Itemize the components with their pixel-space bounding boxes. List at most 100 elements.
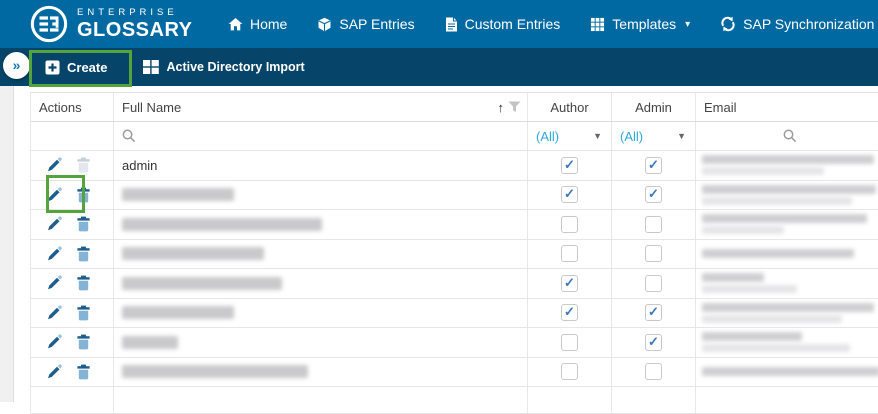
- author-checkbox[interactable]: [561, 186, 578, 203]
- edit-button[interactable]: [45, 363, 62, 380]
- full-name-cell: [114, 269, 528, 298]
- search-icon: [783, 129, 797, 143]
- author-checkbox[interactable]: [561, 334, 578, 351]
- delete-button[interactable]: [75, 334, 92, 351]
- document-icon: [445, 17, 458, 32]
- delete-button[interactable]: [75, 304, 92, 321]
- column-header-email[interactable]: Email: [696, 93, 878, 121]
- redacted-full-name: [122, 247, 264, 260]
- nav-item-custom-entries[interactable]: Custom Entries: [445, 16, 561, 32]
- app-logo[interactable]: ENTERPRISE GLOSSARY: [30, 5, 180, 43]
- users-table: Actions Full Name ↑ Author Admin Email (…: [30, 92, 878, 414]
- actions-cell: [31, 210, 114, 239]
- nav-label: Custom Entries: [465, 16, 561, 32]
- redacted-email-line: [702, 303, 874, 312]
- delete-button[interactable]: [75, 157, 92, 174]
- trash-icon: [76, 157, 91, 173]
- admin-filter-value: (All): [620, 129, 677, 144]
- author-cell: [528, 328, 612, 357]
- column-header-actions[interactable]: Actions: [31, 93, 114, 121]
- brand-text: ENTERPRISE GLOSSARY: [77, 8, 193, 40]
- delete-button[interactable]: [75, 363, 92, 380]
- create-label: Create: [67, 60, 107, 75]
- toolbar: Create Active Directory Import: [0, 48, 878, 86]
- redacted-email-line: [702, 155, 874, 164]
- redacted-full-name: [122, 365, 308, 378]
- email-filter-input[interactable]: [696, 122, 878, 150]
- delete-button[interactable]: [75, 245, 92, 262]
- nav-item-sap-entries[interactable]: SAP Entries: [317, 16, 414, 32]
- author-checkbox[interactable]: [561, 304, 578, 321]
- table-row: [31, 240, 878, 270]
- delete-button[interactable]: [75, 275, 92, 292]
- empty-cell: [696, 387, 878, 413]
- author-cell: [528, 358, 612, 387]
- admin-checkbox[interactable]: [645, 245, 662, 262]
- admin-checkbox[interactable]: [645, 304, 662, 321]
- author-checkbox[interactable]: [561, 363, 578, 380]
- chevron-down-icon: ▾: [685, 19, 690, 30]
- redacted-full-name: [122, 188, 234, 201]
- table-row: [31, 358, 878, 388]
- admin-checkbox[interactable]: [645, 334, 662, 351]
- author-filter-dropdown[interactable]: (All) ▼: [528, 122, 612, 150]
- admin-checkbox[interactable]: [645, 275, 662, 292]
- column-header-full-name[interactable]: Full Name ↑: [114, 93, 528, 121]
- active-directory-import-button[interactable]: Active Directory Import: [143, 60, 304, 74]
- redacted-email-line: [702, 367, 878, 376]
- edit-button[interactable]: [45, 245, 62, 262]
- author-cell: [528, 240, 612, 269]
- nav-item-templates[interactable]: Templates ▾: [590, 16, 690, 32]
- trash-icon: [76, 305, 91, 321]
- author-cell: [528, 210, 612, 239]
- sort-ascending-icon[interactable]: ↑: [498, 101, 505, 114]
- admin-checkbox[interactable]: [645, 157, 662, 174]
- chevron-down-icon: ▼: [677, 131, 686, 141]
- brand-line2: GLOSSARY: [77, 20, 193, 40]
- search-icon: [122, 129, 136, 143]
- top-navigation-bar: ENTERPRISE GLOSSARY Home SAP Entries Cus…: [0, 0, 878, 48]
- expand-panel-button[interactable]: »: [3, 52, 30, 79]
- full-name-text: admin: [122, 158, 157, 173]
- email-cell: [696, 269, 878, 298]
- edit-button[interactable]: [45, 157, 62, 174]
- filter-funnel-icon[interactable]: [508, 101, 521, 113]
- author-checkbox[interactable]: [561, 216, 578, 233]
- delete-button[interactable]: [75, 186, 92, 203]
- author-cell: [528, 269, 612, 298]
- edit-button[interactable]: [45, 186, 62, 203]
- actions-cell: [31, 181, 114, 210]
- pencil-icon: [46, 334, 62, 350]
- author-checkbox[interactable]: [561, 245, 578, 262]
- create-button[interactable]: Create: [45, 60, 107, 75]
- email-cell: [696, 328, 878, 357]
- admin-checkbox[interactable]: [645, 363, 662, 380]
- edit-button[interactable]: [45, 275, 62, 292]
- column-header-admin[interactable]: Admin: [612, 93, 696, 121]
- nav-item-home[interactable]: Home: [228, 16, 287, 32]
- author-checkbox[interactable]: [561, 275, 578, 292]
- nav-label: SAP Synchronization: [743, 16, 874, 32]
- edit-button[interactable]: [45, 304, 62, 321]
- author-cell: [528, 181, 612, 210]
- pencil-icon: [46, 305, 62, 321]
- admin-checkbox[interactable]: [645, 186, 662, 203]
- delete-button[interactable]: [75, 216, 92, 233]
- author-cell: [528, 299, 612, 328]
- table-body: admin: [31, 151, 878, 414]
- nav-item-sap-synchronization[interactable]: SAP Synchronization ▾: [720, 16, 878, 32]
- author-checkbox[interactable]: [561, 157, 578, 174]
- empty-cell: [31, 387, 114, 413]
- admin-filter-dropdown[interactable]: (All) ▼: [612, 122, 696, 150]
- edit-button[interactable]: [45, 216, 62, 233]
- edit-button[interactable]: [45, 334, 62, 351]
- redacted-email-line: [702, 214, 867, 223]
- column-header-author[interactable]: Author: [528, 93, 612, 121]
- admin-checkbox[interactable]: [645, 216, 662, 233]
- full-name-cell: [114, 299, 528, 328]
- pencil-icon: [46, 157, 62, 173]
- nav-label: Templates: [612, 16, 676, 32]
- actions-cell: [31, 328, 114, 357]
- enterprise-glossary-logo-icon: [30, 5, 68, 43]
- full-name-filter-input[interactable]: [114, 122, 528, 150]
